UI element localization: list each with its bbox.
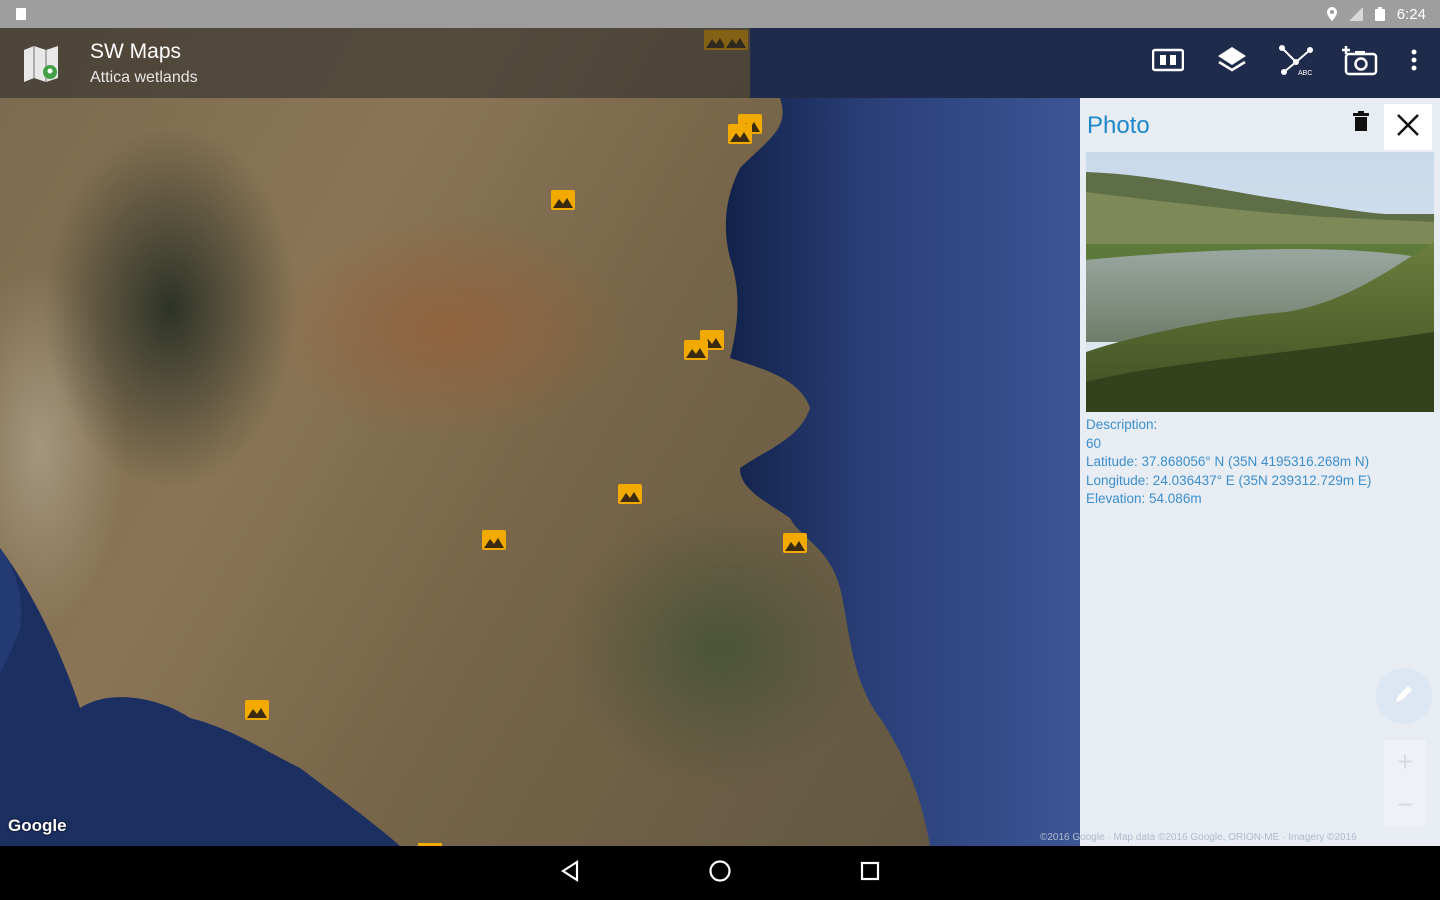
map-book-button[interactable]: [1150, 44, 1186, 80]
photo-marker[interactable]: [482, 530, 506, 550]
layers-icon: [1216, 44, 1248, 81]
close-button[interactable]: [1384, 104, 1432, 150]
close-icon: [1396, 113, 1420, 142]
home-icon: [708, 859, 732, 888]
add-photo-icon: [1342, 44, 1378, 81]
latitude-text: Latitude: 37.868056° N (35N 4195316.268m…: [1086, 454, 1370, 469]
description-label: Description:: [1086, 417, 1158, 432]
measure-button[interactable]: ABC: [1278, 44, 1314, 80]
photo-marker[interactable]: [418, 838, 442, 846]
navigation-bar: [0, 846, 1440, 900]
home-button[interactable]: [705, 858, 735, 888]
signal-icon: [1348, 7, 1363, 21]
status-bar: 6:24: [0, 0, 1440, 28]
photo-marker[interactable]: [684, 340, 708, 360]
map-book-icon: [1151, 47, 1185, 78]
clipboard-icon: [14, 7, 28, 21]
back-icon: [559, 859, 581, 887]
delete-button[interactable]: [1348, 108, 1374, 138]
back-button[interactable]: [555, 858, 585, 888]
app-logo-icon: [20, 44, 62, 84]
map-attribution: ©2016 Google · Map data ©2016 Google, OR…: [1040, 832, 1357, 843]
edit-button[interactable]: [1376, 668, 1432, 724]
photo-marker[interactable]: [728, 124, 752, 144]
panel-title: Photo: [1087, 112, 1150, 139]
app-title: SW Maps: [90, 40, 182, 63]
recents-button[interactable]: [855, 858, 885, 888]
trash-icon: [1353, 110, 1369, 136]
overflow-menu-button[interactable]: [1406, 44, 1422, 80]
measure-icon: ABC: [1278, 44, 1314, 81]
layers-button[interactable]: [1214, 44, 1250, 80]
photo-marker[interactable]: [245, 700, 269, 720]
photo-panel: Photo Description: 60 Latitude: 37.86805…: [1080, 98, 1440, 846]
wetland-photo[interactable]: [1086, 152, 1434, 412]
satellite-map[interactable]: [0, 28, 1080, 846]
minus-icon: −: [1396, 788, 1414, 820]
pencil-icon: [1393, 683, 1415, 710]
google-logo: Google: [8, 816, 67, 835]
photo-marker[interactable]: [551, 190, 575, 210]
toolbar: ABC: [1150, 44, 1422, 80]
location-icon: [1325, 7, 1339, 21]
photo-info: Description: 60 Latitude: 37.868056° N (…: [1086, 416, 1371, 509]
battery-icon: [1373, 7, 1387, 21]
app-subtitle: Attica wetlands: [90, 69, 198, 86]
more-vert-icon: [1411, 49, 1417, 76]
elevation-text: Elevation: 54.086m: [1086, 491, 1202, 506]
longitude-text: Longitude: 24.036437° E (35N 239312.729m…: [1086, 472, 1372, 488]
svg-text:ABC: ABC: [1298, 70, 1312, 76]
add-photo-button[interactable]: [1342, 44, 1378, 80]
status-time: 6:24: [1396, 5, 1426, 23]
plus-icon: +: [1396, 745, 1414, 777]
sea-area: [0, 28, 1080, 846]
description-value: 60: [1086, 435, 1102, 451]
zoom-out-button[interactable]: −: [1384, 783, 1426, 826]
zoom-controls: + −: [1384, 740, 1426, 826]
photo-marker[interactable]: [618, 484, 642, 504]
photo-marker[interactable]: [783, 533, 807, 553]
recents-icon: [860, 861, 880, 886]
zoom-in-button[interactable]: +: [1384, 740, 1426, 783]
